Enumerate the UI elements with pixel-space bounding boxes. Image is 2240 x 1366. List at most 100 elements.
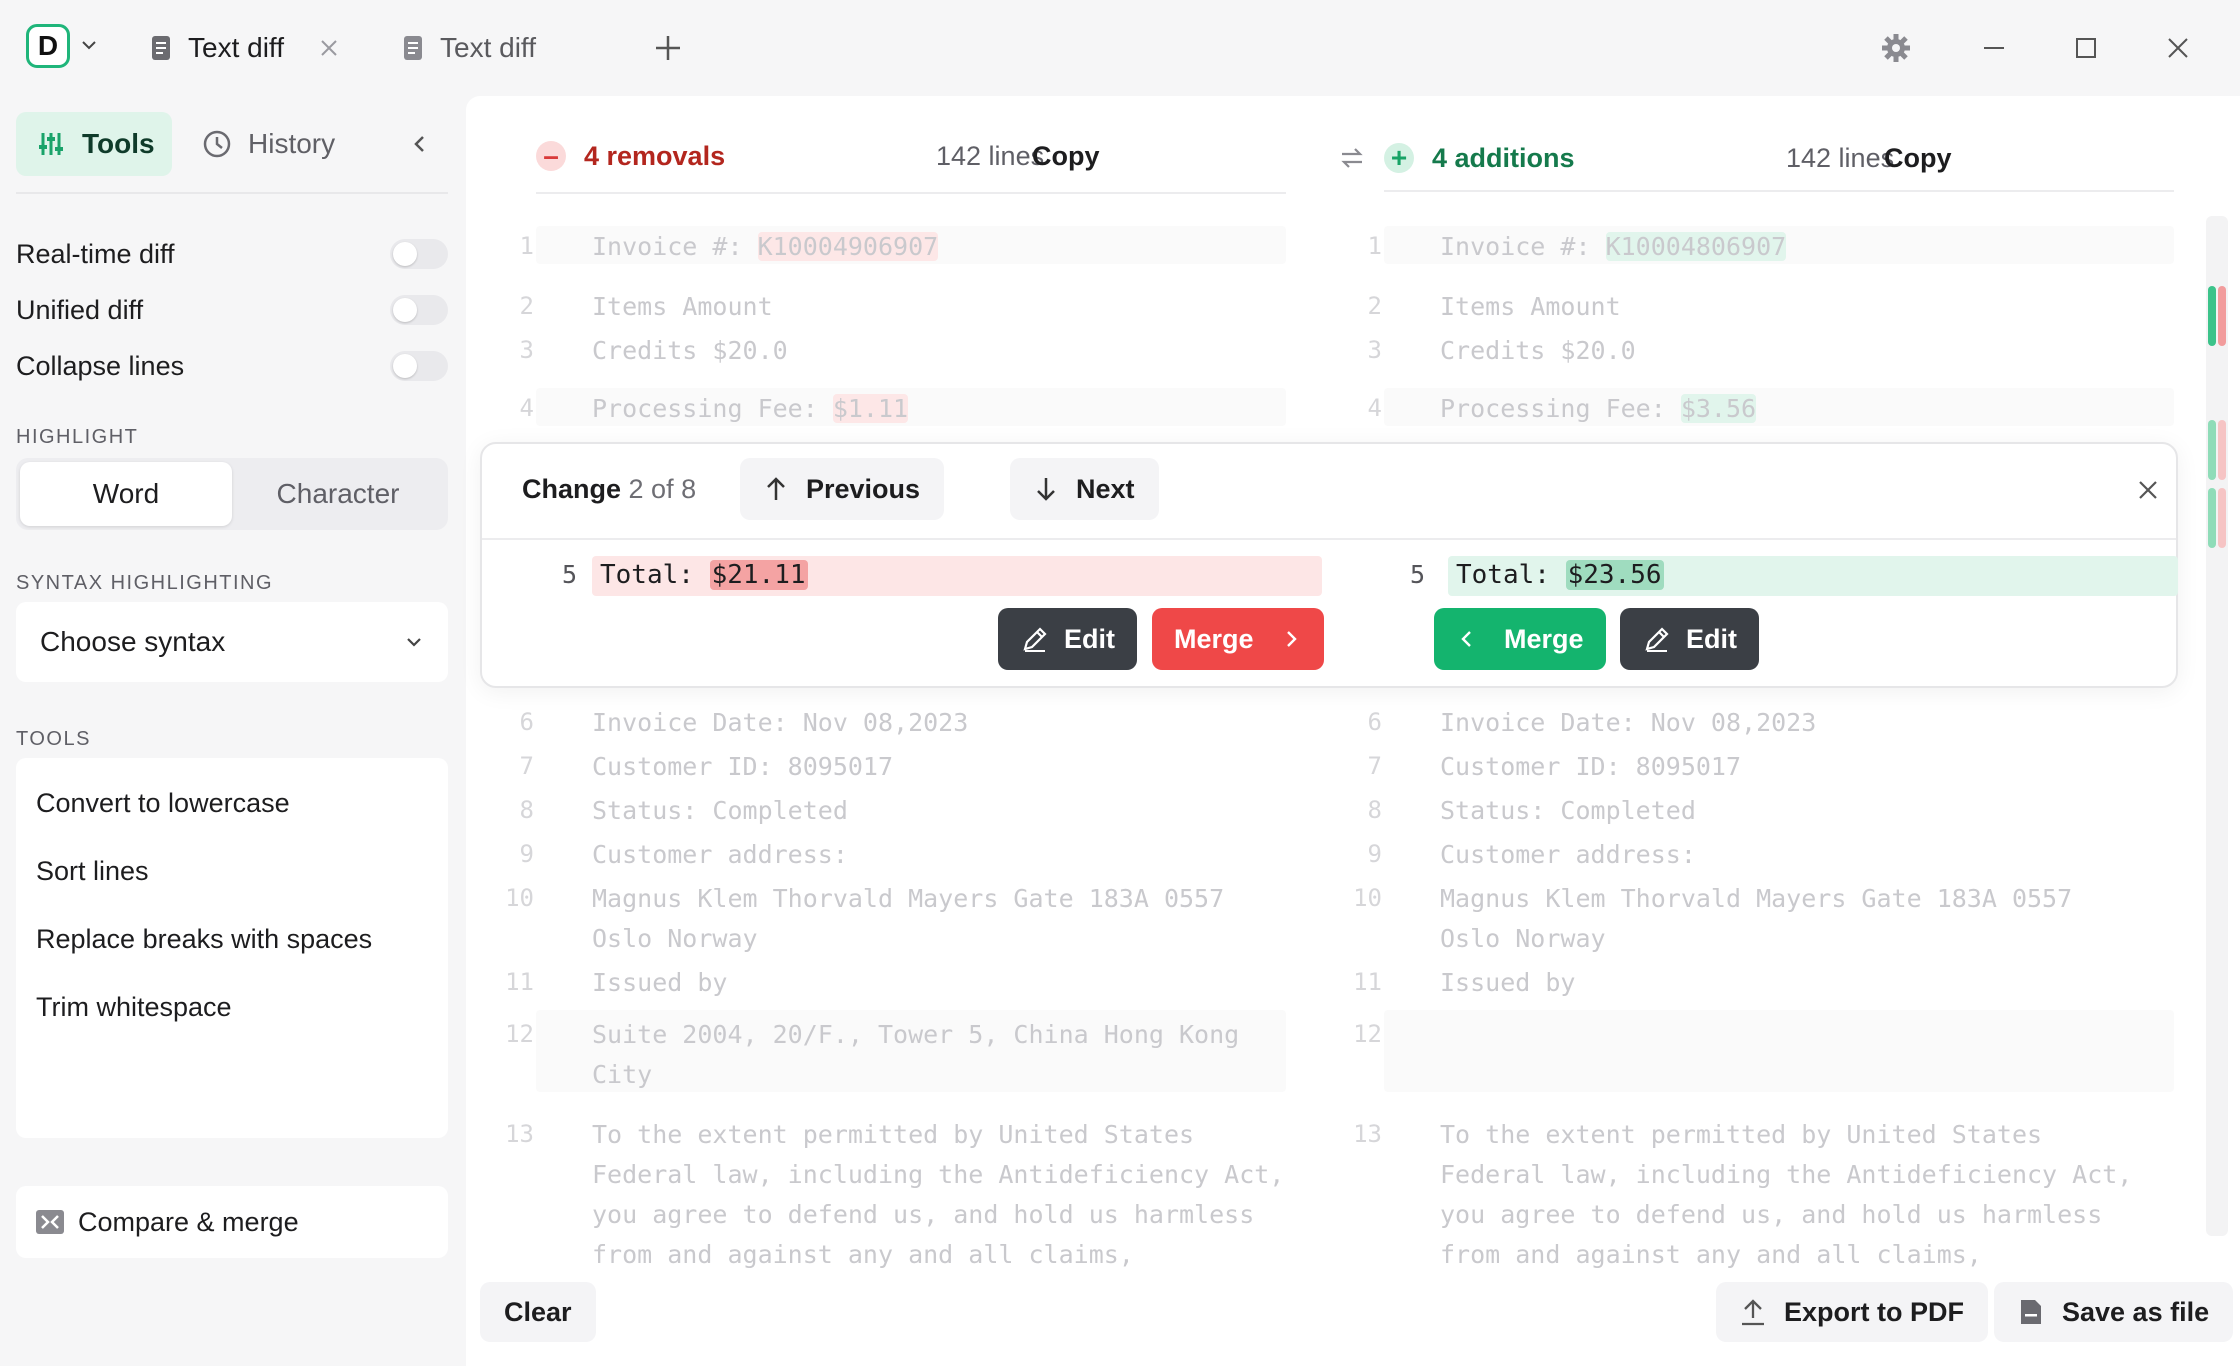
code-line[interactable]: Magnus Klem Thorvald Mayers Gate 183A 05…: [1440, 884, 2072, 913]
save-file-button[interactable]: Save as file: [1994, 1282, 2234, 1342]
close-window-icon[interactable]: [2160, 30, 2196, 66]
chevron-down-icon[interactable]: [80, 36, 98, 54]
highlight-section-label: HIGHLIGHT: [16, 426, 139, 448]
line-number: 11: [505, 968, 534, 996]
document-icon: [152, 36, 170, 60]
history-tab[interactable]: History: [202, 112, 335, 176]
tab-text-diff-active[interactable]: Text diff: [150, 26, 340, 70]
added-line[interactable]: Total: $23.56: [1456, 560, 1664, 590]
code-line[interactable]: Credits $20.0: [1440, 336, 1636, 365]
tool-replace-breaks[interactable]: Replace breaks with spaces: [36, 924, 372, 955]
code-line[interactable]: Status: Completed: [1440, 796, 1696, 825]
code-text: Invoice #:: [1440, 232, 1606, 261]
close-icon[interactable]: [2136, 478, 2160, 502]
line-number: 8: [1367, 796, 1382, 824]
tool-trim-whitespace[interactable]: Trim whitespace: [36, 992, 232, 1023]
left-copy-button[interactable]: Copy: [1032, 141, 1100, 172]
gear-icon[interactable]: [1878, 30, 1914, 66]
diff-overview-scrollbar[interactable]: [2206, 216, 2228, 1236]
syntax-section-label: SYNTAX HIGHLIGHTING: [16, 572, 274, 594]
code-text: Processing Fee:: [592, 394, 833, 423]
code-line-wrap: City: [592, 1060, 653, 1089]
highlight-character-option[interactable]: Character: [232, 462, 444, 526]
tool-sort-lines[interactable]: Sort lines: [36, 856, 149, 887]
removed-line[interactable]: Total: $21.11: [600, 560, 808, 590]
code-line[interactable]: Customer address:: [592, 840, 848, 869]
removed-marker: [2218, 488, 2226, 548]
code-line[interactable]: To the extent permitted by United States: [1440, 1120, 2042, 1149]
collapse-lines-toggle[interactable]: [390, 351, 448, 381]
realtime-diff-toggle[interactable]: [390, 239, 448, 269]
line-number: 12: [505, 1020, 534, 1048]
code-text: Processing Fee:: [1440, 394, 1681, 423]
code-text: Invoice #:: [592, 232, 758, 261]
merge-right-button[interactable]: Merge: [1152, 608, 1324, 670]
maximize-icon[interactable]: [2068, 30, 2104, 66]
removed-marker: [2218, 420, 2226, 480]
highlight-word-option[interactable]: Word: [20, 462, 232, 526]
app-logo[interactable]: D: [26, 24, 70, 68]
code-line-wrap: Federal law, including the Antideficienc…: [1440, 1160, 2133, 1189]
merge-left-button[interactable]: Merge: [1434, 608, 1606, 670]
code-line[interactable]: Issued by: [592, 968, 727, 997]
code-line[interactable]: Invoice Date: Nov 08,2023: [592, 708, 968, 737]
code-line[interactable]: Items Amount: [592, 292, 773, 321]
history-icon: [203, 130, 231, 158]
unified-diff-toggle[interactable]: [390, 295, 448, 325]
tab-label: Text diff: [188, 32, 284, 63]
tools-tab[interactable]: Tools: [16, 112, 172, 176]
close-icon[interactable]: [318, 37, 340, 59]
chevron-left-icon[interactable]: [408, 132, 432, 156]
code-line[interactable]: Credits $20.0: [592, 336, 788, 365]
export-pdf-button[interactable]: Export to PDF: [1716, 1282, 1988, 1342]
merge-label: Merge: [1504, 623, 1584, 654]
code-line-wrap: Federal law, including the Antideficienc…: [592, 1160, 1285, 1189]
file-icon: [2021, 1300, 2041, 1324]
code-line[interactable]: Processing Fee: $1.11: [592, 394, 909, 423]
tab-label: Text diff: [440, 32, 536, 63]
compare-icon: [36, 1210, 64, 1234]
change-counter: Change 2 of 8: [522, 474, 696, 505]
syntax-select[interactable]: Choose syntax: [16, 602, 448, 682]
previous-change-button[interactable]: Previous: [740, 458, 945, 520]
collapse-lines-label: Collapse lines: [16, 350, 185, 381]
next-change-button[interactable]: Next: [1010, 458, 1159, 520]
minimize-icon[interactable]: [1976, 30, 2012, 66]
code-line[interactable]: Status: Completed: [592, 796, 848, 825]
edit-right-button[interactable]: Edit: [1620, 608, 1759, 670]
plus-icon[interactable]: [652, 32, 684, 64]
code-line[interactable]: Issued by: [1440, 968, 1575, 997]
line-number: 7: [519, 752, 534, 780]
code-line[interactable]: To the extent permitted by United States: [592, 1120, 1194, 1149]
change-navigator-popup: Change 2 of 8 Previous Next 5 Total: $21…: [480, 442, 2178, 688]
tool-convert-lowercase[interactable]: Convert to lowercase: [36, 788, 290, 819]
code-line[interactable]: Invoice #: K10004806907: [1440, 232, 1787, 261]
code-line[interactable]: Items Amount: [1440, 292, 1621, 321]
code-line[interactable]: Suite 2004, 20/F., Tower 5, China Hong K…: [592, 1020, 1239, 1049]
line-number: 1: [1367, 232, 1382, 260]
right-copy-button[interactable]: Copy: [1884, 143, 1952, 174]
sidebar-mode-switch: Tools History: [16, 112, 448, 176]
removed-marker: [2218, 286, 2226, 346]
line-number: 13: [505, 1120, 534, 1148]
title-bar: D Text diff Text diff: [0, 0, 2240, 96]
line-number: 5: [1410, 560, 1426, 589]
code-line[interactable]: Invoice #: K10004906907: [592, 232, 939, 261]
line-number: 6: [519, 708, 534, 736]
tab-text-diff[interactable]: Text diff: [402, 26, 536, 70]
code-line[interactable]: Customer ID: 8095017: [592, 752, 893, 781]
clear-button[interactable]: Clear: [480, 1282, 596, 1342]
code-line[interactable]: Customer address:: [1440, 840, 1696, 869]
compare-merge-button[interactable]: Compare & merge: [16, 1186, 448, 1258]
code-line[interactable]: Customer ID: 8095017: [1440, 752, 1741, 781]
code-line-wrap: from and against any and all claims,: [592, 1240, 1134, 1269]
code-line[interactable]: Invoice Date: Nov 08,2023: [1440, 708, 1816, 737]
line-number: 4: [1367, 394, 1382, 422]
line-number: 4: [519, 394, 534, 422]
divider: [16, 192, 448, 194]
edit-left-button[interactable]: Edit: [998, 608, 1137, 670]
line-number: 12: [1353, 1020, 1382, 1048]
code-line[interactable]: Processing Fee: $3.56: [1440, 394, 1757, 423]
swap-icon[interactable]: [1336, 142, 1368, 174]
code-line[interactable]: Magnus Klem Thorvald Mayers Gate 183A 05…: [592, 884, 1224, 913]
